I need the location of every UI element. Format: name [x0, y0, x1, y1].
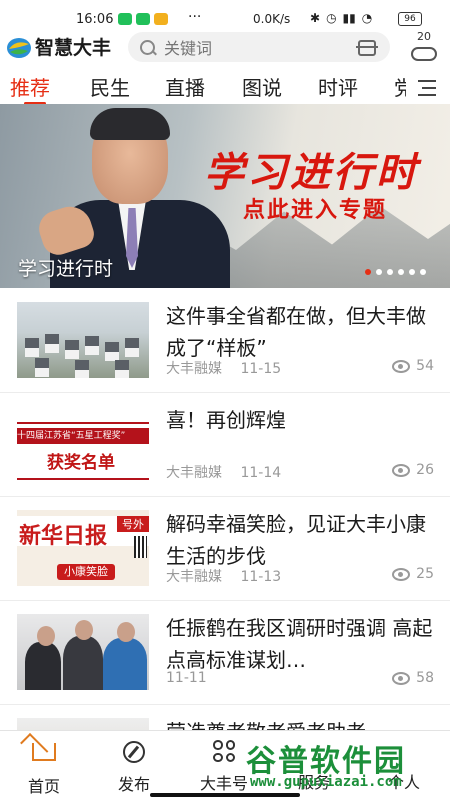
weather-temp: 20 — [417, 30, 431, 43]
news-thumbnail: 新华日报 号外 小康笑脸 — [17, 510, 149, 586]
nav-label: 大丰号 — [199, 774, 248, 793]
carousel-dot — [398, 269, 404, 275]
news-date: 11-13 — [240, 569, 282, 585]
banner-carousel[interactable]: 学习进行时 点此进入专题 学习进行时 — [0, 104, 450, 288]
news-title: 任振鹤在我区调研时强调 高起点高标准谋划… — [166, 616, 433, 672]
grid-icon — [213, 740, 235, 762]
carousel-dot — [387, 269, 393, 275]
alarm-icon: ◷ — [326, 11, 337, 25]
home-icon — [32, 743, 56, 761]
tab-pictures[interactable]: 图说 — [242, 72, 282, 101]
carousel-dot — [376, 269, 382, 275]
banner-subtitle: 点此进入专题 — [243, 197, 388, 223]
view-count-value: 25 — [416, 566, 434, 582]
system-icons: ✱ ◷ ▮▮ ◔ — [310, 11, 372, 25]
nav-dafeng-hao[interactable]: 大丰号 — [194, 739, 254, 794]
battery-icon: 96 — [398, 12, 422, 26]
search-input[interactable] — [162, 36, 346, 60]
search-icon — [140, 40, 155, 55]
carousel-dot — [409, 269, 415, 275]
status-time: 16:06 — [76, 12, 114, 27]
tab-recommend[interactable]: 推荐 — [10, 72, 50, 101]
nav-home[interactable]: 首页 — [14, 739, 74, 797]
app-logo: 智慧大丰 — [6, 33, 111, 60]
news-source: 大丰融媒 — [166, 465, 222, 481]
notification-icons — [118, 13, 168, 25]
notes-icon — [154, 13, 168, 25]
list-item[interactable]: 十四届江苏省“五星工程奖” 获奖名单 喜！再创辉煌 大丰融媒 11-14 26 — [0, 392, 450, 497]
view-count-value: 54 — [416, 358, 434, 374]
banner-caption: 学习进行时 — [18, 258, 114, 280]
eye-icon — [392, 671, 411, 685]
home-indicator[interactable] — [150, 793, 300, 797]
news-title: 这件事全省都在做，但大丰做成了“样板” — [166, 304, 426, 360]
network-speed: 0.0K/s — [253, 12, 291, 26]
nav-label: 发布 — [117, 775, 150, 794]
view-count: 58 — [392, 670, 434, 686]
wechat-icon — [136, 13, 150, 25]
wifi-icon: ◔ — [361, 11, 373, 25]
news-date: 11-14 — [240, 465, 282, 481]
tab-livelihood[interactable]: 民生 — [90, 72, 130, 101]
news-thumbnail: 十四届江苏省“五星工程奖” 获奖名单 — [17, 406, 149, 482]
view-count-value: 26 — [416, 462, 434, 478]
list-item[interactable]: 这件事全省都在做，但大丰做成了“样板” 大丰融媒 11-15 54 — [0, 288, 450, 393]
search-bar[interactable] — [128, 32, 390, 62]
news-source: 大丰融媒 — [166, 361, 222, 377]
cloud-icon — [411, 47, 437, 61]
eye-icon — [392, 359, 411, 373]
news-title: 喜！再创辉煌 — [166, 408, 286, 432]
news-meta: 11-11 — [166, 670, 207, 686]
tab-live[interactable]: 直播 — [165, 72, 205, 101]
wechat-icon — [118, 13, 132, 25]
logo-mark-icon — [6, 35, 32, 59]
news-source: 大丰融媒 — [166, 569, 222, 585]
list-item[interactable]: 任振鹤在我区调研时强调 高起点高标准谋划… 11-11 58 — [0, 600, 450, 705]
app-header: 智慧大丰 20 — [0, 30, 450, 66]
view-count: 54 — [392, 358, 434, 374]
app-name: 智慧大丰 — [35, 37, 112, 59]
view-count: 26 — [392, 462, 434, 478]
category-tabs: 推荐 民生 直播 图说 时评 党 — [0, 68, 450, 106]
news-date: 11-11 — [166, 670, 207, 686]
eye-icon — [392, 463, 411, 477]
news-thumbnail — [17, 302, 149, 378]
list-item[interactable]: 新华日报 号外 小康笑脸 解码幸福笑脸，见证大丰小康生活的步伐 大丰融媒 11-… — [0, 496, 450, 601]
news-title: 解码幸福笑脸，见证大丰小康生活的步伐 — [166, 512, 426, 568]
carousel-dot — [420, 269, 426, 275]
news-date: 11-15 — [240, 361, 282, 377]
news-meta: 大丰融媒 11-14 — [166, 462, 281, 482]
tab-party[interactable]: 党 — [394, 72, 406, 101]
signal-icon: ▮▮ — [342, 11, 356, 25]
watermark-url: www.gupuxiazai.com — [250, 774, 402, 790]
compass-icon — [123, 741, 145, 763]
bluetooth-off-icon: ✱ — [310, 11, 321, 25]
nav-publish[interactable]: 发布 — [104, 739, 164, 795]
nav-label: 首页 — [27, 777, 60, 796]
carousel-indicator — [365, 269, 426, 275]
tab-commentary[interactable]: 时评 — [318, 72, 358, 101]
news-thumbnail — [17, 614, 149, 690]
news-meta: 大丰融媒 11-15 — [166, 358, 281, 378]
view-count: 25 — [392, 566, 434, 582]
scan-icon[interactable] — [356, 40, 378, 56]
banner-title: 学习进行时 — [204, 149, 419, 196]
view-count-value: 58 — [416, 670, 434, 686]
menu-icon[interactable] — [418, 80, 436, 101]
status-bar: 16:06 ··· 0.0K/s ✱ ◷ ▮▮ ◔ 96 — [0, 0, 450, 30]
weather-widget[interactable]: 20 — [404, 30, 444, 66]
carousel-dot — [365, 269, 371, 275]
eye-icon — [392, 567, 411, 581]
more-notifications-icon: ··· — [188, 9, 202, 25]
news-meta: 大丰融媒 11-13 — [166, 566, 281, 586]
